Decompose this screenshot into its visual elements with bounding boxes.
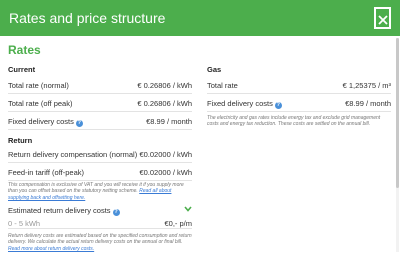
rate-row: Total rate (off peak) € 0.26806 / kWh <box>8 95 192 112</box>
info-icon[interactable]: ? <box>112 209 120 216</box>
rate-label: Feed-in tariff (off-peak) <box>8 168 85 177</box>
rate-row: Total rate (normal) € 0.26806 / kWh <box>8 77 192 94</box>
rate-value: € 1,25375 / m³ <box>342 81 391 90</box>
current-section-label: Current <box>8 65 36 74</box>
close-button[interactable] <box>374 7 391 29</box>
modal-header: Rates and price structure <box>0 0 400 36</box>
rate-value: €0.02000 / kWh <box>139 168 192 177</box>
rate-value: € 0.26806 / kWh <box>137 99 192 108</box>
scrollbar[interactable] <box>396 38 399 252</box>
close-x-icon <box>377 15 388 25</box>
estimated-costs-toggle[interactable]: Estimated return delivery costs? <box>8 204 192 216</box>
rate-row: Total rate € 1,25375 / m³ <box>207 77 391 94</box>
gas-note: The electricity and gas rates include en… <box>207 115 381 128</box>
rate-label: Total rate (off peak) <box>8 99 73 108</box>
rate-row: Return delivery compensation (normal) €0… <box>8 146 192 163</box>
rate-label: Fixed delivery costs <box>207 99 273 108</box>
rate-label: Fixed delivery costs <box>8 117 74 126</box>
chevron-down-icon[interactable] <box>184 206 192 212</box>
rate-row: Fixed delivery costs? €8.99 / month <box>207 95 391 112</box>
rate-label: Total rate <box>207 81 238 90</box>
estimated-note: Return delivery costs are estimated base… <box>8 233 192 252</box>
return-section-label: Return <box>8 136 33 145</box>
rate-value: €8.99 / month <box>146 117 192 126</box>
fixed-delivery-label: Fixed delivery costs? <box>8 117 83 127</box>
estimated-costs-label: Estimated return delivery costs? <box>8 206 120 216</box>
range-value: €0,- p/m <box>164 219 192 228</box>
rate-label: Return delivery compensation (normal) <box>8 150 138 159</box>
estimated-note-link[interactable]: Read more about return delivery costs. <box>8 246 94 252</box>
range-label: 0 - 5 kWh <box>8 219 41 228</box>
rate-label: Total rate (normal) <box>8 81 69 90</box>
range-row: 0 - 5 kWh €0,- p/m <box>8 216 192 229</box>
rate-value: € 0.26806 / kWh <box>137 81 192 90</box>
modal-title: Rates and price structure <box>9 10 166 26</box>
info-icon[interactable]: ? <box>75 120 83 127</box>
rate-row: Fixed delivery costs? €8.99 / month <box>8 113 192 130</box>
gas-fixed-delivery-label: Fixed delivery costs? <box>207 99 282 109</box>
info-icon[interactable]: ? <box>274 102 282 109</box>
rate-value: €0.02000 / kWh <box>139 150 192 159</box>
rates-heading: Rates <box>8 43 41 57</box>
return-note: This compensation is exclusive of VAT an… <box>8 182 192 201</box>
scrollbar-thumb[interactable] <box>396 38 399 188</box>
rate-row: Feed-in tariff (off-peak) €0.02000 / kWh <box>8 164 192 181</box>
estimated-label-text: Estimated return delivery costs <box>8 206 111 215</box>
modal-body: Rates Current Total rate (normal) € 0.26… <box>0 36 400 256</box>
estimated-note-text: Return delivery costs are estimated base… <box>8 233 192 246</box>
rate-value: €8.99 / month <box>345 99 391 108</box>
gas-section-label: Gas <box>207 65 222 74</box>
